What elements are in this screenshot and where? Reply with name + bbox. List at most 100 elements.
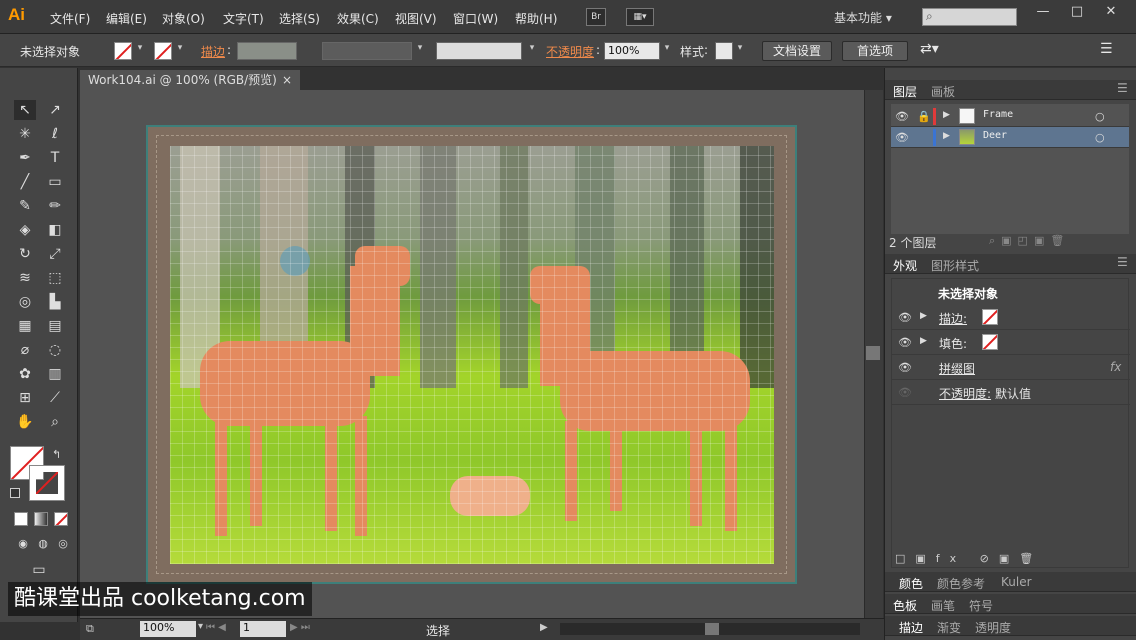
gradient-mode-icon[interactable] [34, 512, 48, 526]
tab-appearance[interactable]: 外观 [893, 257, 917, 274]
menu-view[interactable]: 视图(V) [395, 10, 437, 27]
blend-tool-icon[interactable]: ◌ [44, 340, 66, 360]
zoom-field[interactable]: 100% [140, 621, 196, 637]
draw-behind-icon[interactable]: ◍ [32, 534, 54, 554]
status-menu-icon[interactable]: ▶ [540, 622, 548, 633]
bridge-button[interactable]: Br [586, 8, 606, 26]
scrollbar-thumb[interactable] [866, 346, 880, 360]
slice-tool-icon[interactable]: ⟋ [44, 388, 66, 408]
patchwork-effect-link[interactable]: 拼缀图 [939, 360, 975, 377]
visibility-eye-icon[interactable]: 👁 [895, 110, 909, 123]
free-transform-tool-icon[interactable]: ⬚ [44, 268, 66, 288]
appearance-actions-icons[interactable]: □▣fx ⊘▣🗑 [895, 552, 1043, 565]
horizontal-scrollbar[interactable] [560, 623, 860, 635]
lasso-tool-icon[interactable]: ℓ [44, 124, 66, 144]
zoom-tool-icon[interactable]: ⌕ [44, 412, 66, 432]
target-circle-icon[interactable]: ○ [1095, 110, 1105, 123]
chevron-down-icon[interactable]: ▾ [414, 43, 426, 59]
eyedropper-tool-icon[interactable]: ⌀ [14, 340, 36, 360]
arrange-icon[interactable]: ⇄▾ [920, 41, 939, 57]
tab-kuler[interactable]: Kuler [1001, 575, 1032, 589]
maximize-button[interactable]: □ [1062, 4, 1092, 19]
stroke-weight-field[interactable] [237, 42, 297, 60]
minimize-button[interactable]: — [1028, 4, 1058, 19]
pen-tool-icon[interactable]: ✒ [14, 148, 36, 168]
paintbrush-tool-icon[interactable]: ✎ [14, 196, 36, 216]
panel-menu-icon[interactable]: ☰ [1100, 41, 1113, 57]
gradient-tool-icon[interactable]: ▤ [44, 316, 66, 336]
document-info-icon[interactable]: ⧉ [86, 622, 94, 636]
color-mode-icon[interactable] [14, 512, 28, 526]
stroke-swatch[interactable] [154, 42, 172, 60]
column-graph-tool-icon[interactable]: ▥ [44, 364, 66, 384]
appearance-row-fill[interactable]: 👁 ▶ 填色: [892, 330, 1130, 355]
fill-swatch[interactable] [982, 334, 998, 350]
chevron-down-icon[interactable]: ▾ [134, 43, 146, 59]
visibility-eye-icon[interactable]: 👁 [898, 336, 912, 349]
tab-gradient[interactable]: 渐变 [937, 619, 961, 636]
appearance-row-opacity[interactable]: 👁 不透明度: 默认值 [892, 380, 1130, 405]
rectangle-tool-icon[interactable]: ▭ [44, 172, 66, 192]
menu-window[interactable]: 窗口(W) [453, 10, 498, 27]
symbol-sprayer-tool-icon[interactable]: ✿ [14, 364, 36, 384]
warp-tool-icon[interactable]: ≋ [14, 268, 36, 288]
workspace-switcher[interactable]: 基本功能 ▾ [834, 9, 892, 26]
visibility-eye-icon[interactable]: 👁 [898, 386, 912, 399]
default-colors-icon[interactable] [10, 488, 20, 498]
tab-artboards[interactable]: 画板 [931, 83, 955, 100]
appearance-row-stroke[interactable]: 👁 ▶ 描边: [892, 305, 1130, 330]
selection-tool-icon[interactable]: ↖ [14, 100, 36, 120]
direct-selection-tool-icon[interactable]: ↗ [44, 100, 66, 120]
chevron-down-icon[interactable]: ▾ [174, 43, 186, 59]
tab-stroke[interactable]: 描边 [899, 619, 923, 636]
blob-brush-tool-icon[interactable]: ◈ [14, 220, 36, 240]
none-mode-icon[interactable] [54, 512, 68, 526]
expand-triangle-icon[interactable]: ▶ [920, 336, 927, 346]
appearance-row-effect[interactable]: 👁 拼缀图 fx [892, 355, 1130, 380]
stroke-color-swatch[interactable] [29, 465, 65, 501]
target-circle-icon[interactable]: ○ [1095, 131, 1105, 144]
visibility-eye-icon[interactable]: 👁 [895, 131, 909, 144]
expand-triangle-icon[interactable]: ▶ [920, 311, 927, 321]
search-input[interactable]: ⌕ [922, 8, 1017, 26]
deer-mosaic-artwork[interactable] [170, 146, 774, 564]
menu-effect[interactable]: 效果(C) [337, 10, 379, 27]
fx-icon[interactable]: fx [1110, 360, 1121, 374]
swap-icon[interactable]: ↰ [52, 448, 61, 461]
rotate-tool-icon[interactable]: ↻ [14, 244, 36, 264]
tab-color-guide[interactable]: 颜色参考 [937, 575, 985, 592]
tab-layers[interactable]: 图层 [893, 83, 917, 100]
last-artboard-icon[interactable]: ▶ ⏭ [290, 622, 310, 633]
stroke-label[interactable]: 描边 [201, 43, 225, 60]
expand-triangle-icon[interactable]: ▶ [943, 131, 950, 141]
first-artboard-icon[interactable]: ⏮ ◀ [206, 622, 226, 633]
chevron-down-icon[interactable]: ▾ [661, 43, 673, 59]
screen-mode-icon[interactable]: ▭ [28, 560, 50, 580]
pencil-tool-icon[interactable]: ✏ [44, 196, 66, 216]
visibility-eye-icon[interactable]: 👁 [898, 311, 912, 324]
opacity-link[interactable]: 不透明度: [939, 385, 991, 402]
chevron-down-icon[interactable]: ▾ [198, 621, 203, 632]
arrange-documents-icon[interactable]: ▦▾ [626, 8, 654, 26]
line-tool-icon[interactable]: ╱ [14, 172, 36, 192]
artwork-frame[interactable] [146, 125, 797, 584]
type-tool-icon[interactable]: T [44, 148, 66, 168]
scale-tool-icon[interactable]: ⤢ [44, 244, 66, 264]
style-swatch[interactable] [715, 42, 733, 60]
layer-name[interactable]: Frame [983, 109, 1013, 120]
draw-inside-icon[interactable]: ◎ [52, 534, 74, 554]
expand-triangle-icon[interactable]: ▶ [943, 110, 950, 120]
eraser-tool-icon[interactable]: ◧ [44, 220, 66, 240]
artboard-tool-icon[interactable]: ⊞ [14, 388, 36, 408]
chevron-down-icon[interactable]: ▾ [526, 43, 538, 59]
close-button[interactable]: ✕ [1096, 4, 1126, 19]
panel-menu-icon[interactable]: ☰ [1117, 255, 1128, 269]
visibility-eye-icon[interactable]: 👁 [898, 361, 912, 374]
document-setup-button[interactable]: 文档设置 [762, 41, 832, 61]
panel-menu-icon[interactable]: ☰ [1117, 81, 1128, 95]
lock-icon[interactable]: 🔒 [917, 110, 931, 123]
shape-builder-tool-icon[interactable]: ◎ [14, 292, 36, 312]
layer-actions-icons[interactable]: ⌕▣◰▣🗑 [989, 234, 1070, 248]
opacity-label[interactable]: 不透明度 [546, 43, 594, 60]
perspective-grid-tool-icon[interactable]: ▙ [44, 292, 66, 312]
